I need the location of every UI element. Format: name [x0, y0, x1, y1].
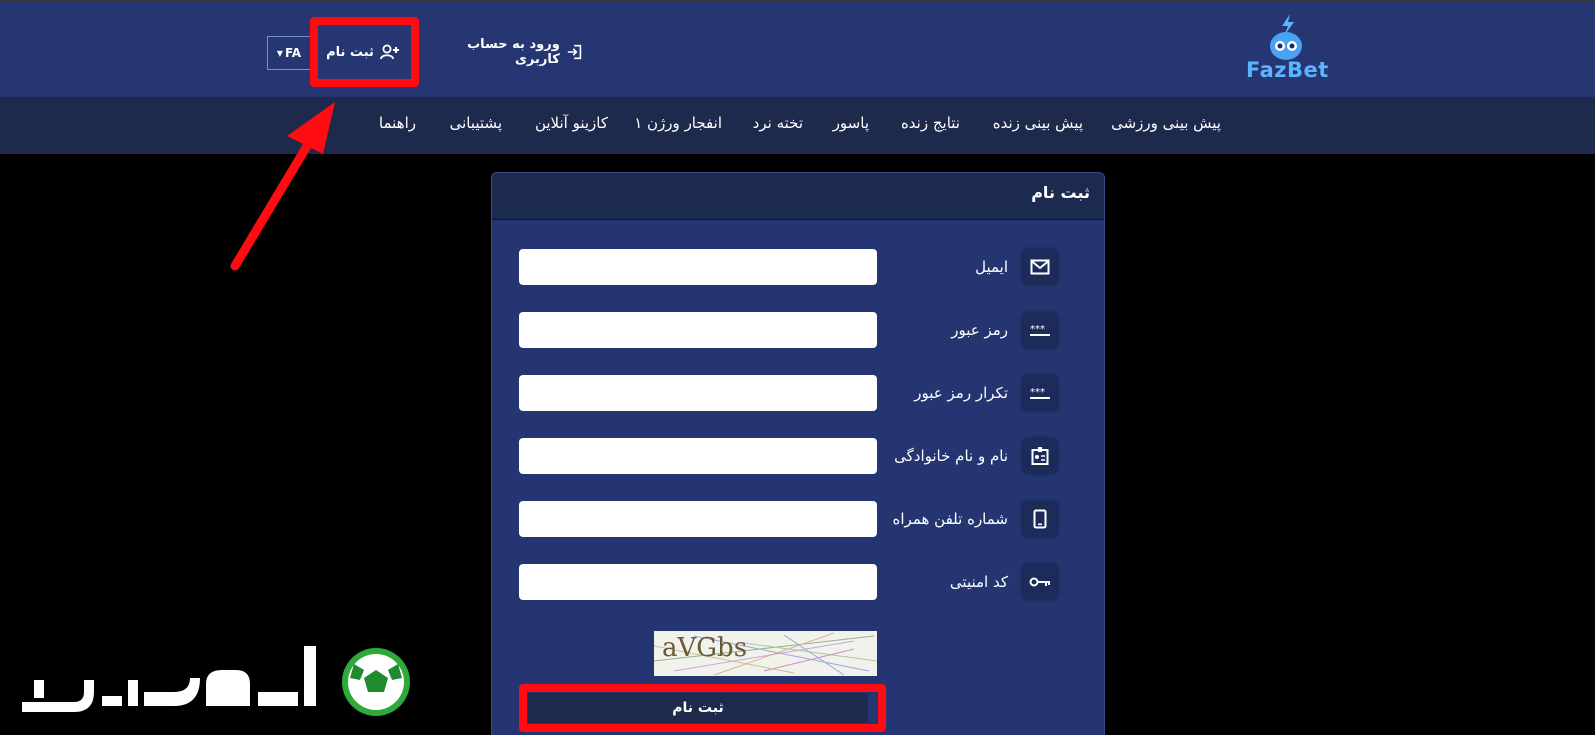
fullname-label: نام و نام خانوادگی	[894, 447, 1008, 465]
password-row: *** رمز عبور	[492, 310, 1104, 350]
nav-item-sports-betting[interactable]: پیش بینی ورزشی	[1111, 114, 1221, 132]
svg-text:***: ***	[1030, 387, 1045, 398]
password-confirm-label: تکرار رمز عبور	[914, 384, 1008, 402]
nav-item-crash[interactable]: انفجار ورژن ۱	[634, 114, 722, 132]
nav-item-live-betting[interactable]: پیش بینی زنده	[993, 114, 1083, 132]
mobile-label: شماره تلفن همراه	[892, 510, 1008, 528]
mobile-icon	[1022, 501, 1058, 537]
captcha-text: aVGbs	[662, 633, 748, 663]
watermark-logo	[22, 646, 410, 716]
login-button[interactable]: ورود به حساب کاربری	[432, 37, 582, 67]
security-code-row: کد امنیتی	[492, 562, 1104, 602]
logo-text: FazBet	[1246, 58, 1329, 82]
register-card: ثبت نام ایمیل *** رمز عبور *** تکرار رمز…	[491, 172, 1105, 735]
language-label: FA	[284, 46, 302, 60]
nav-item-backgammon[interactable]: تخته نرد	[753, 114, 803, 132]
chevron-down-icon: ▾	[276, 46, 283, 60]
security-code-label: کد امنیتی	[949, 573, 1008, 591]
highlight-box-register	[310, 17, 419, 87]
language-selector[interactable]: ▾ FA	[267, 36, 311, 70]
svg-text:***: ***	[1030, 324, 1045, 335]
highlight-box-submit	[519, 684, 886, 732]
envelope-icon	[1022, 249, 1058, 285]
mobile-row: شماره تلفن همراه	[492, 499, 1104, 539]
password-label: رمز عبور	[951, 321, 1008, 339]
register-card-title: ثبت نام	[492, 173, 1104, 220]
nav-item-online-casino[interactable]: کازینو آنلاین	[535, 114, 608, 132]
top-header: FazBet ▾ FA ثبت نام ورود به حساب کاربری	[0, 0, 1595, 97]
fullname-field[interactable]	[519, 438, 877, 474]
page: FazBet ▾ FA ثبت نام ورود به حساب کاربری …	[0, 0, 1595, 735]
captcha-image[interactable]: aVGbs	[654, 631, 877, 676]
pointer-arrow-icon	[230, 102, 335, 271]
password-confirm-field[interactable]	[519, 375, 877, 411]
sign-in-icon	[567, 44, 582, 60]
nav-item-live-results[interactable]: نتایج زنده	[901, 114, 960, 132]
key-icon	[1022, 564, 1058, 600]
password-field[interactable]	[519, 312, 877, 348]
login-label: ورود به حساب کاربری	[467, 37, 560, 67]
email-label: ایمیل	[975, 258, 1008, 276]
password-confirm-row: *** تکرار رمز عبور	[492, 373, 1104, 413]
email-row: ایمیل	[492, 247, 1104, 287]
password-icon: ***	[1022, 312, 1058, 348]
security-code-field[interactable]	[519, 564, 877, 600]
fullname-row: نام و نام خانوادگی	[492, 436, 1104, 476]
id-card-icon	[1022, 438, 1058, 474]
mobile-field[interactable]	[519, 501, 877, 537]
nav-item-support[interactable]: پشتیبانی	[450, 114, 502, 132]
password-icon: ***	[1022, 375, 1058, 411]
nav-item-help[interactable]: راهنما	[379, 114, 416, 132]
nav-item-pasur[interactable]: پاسور	[833, 114, 869, 132]
email-field[interactable]	[519, 249, 877, 285]
